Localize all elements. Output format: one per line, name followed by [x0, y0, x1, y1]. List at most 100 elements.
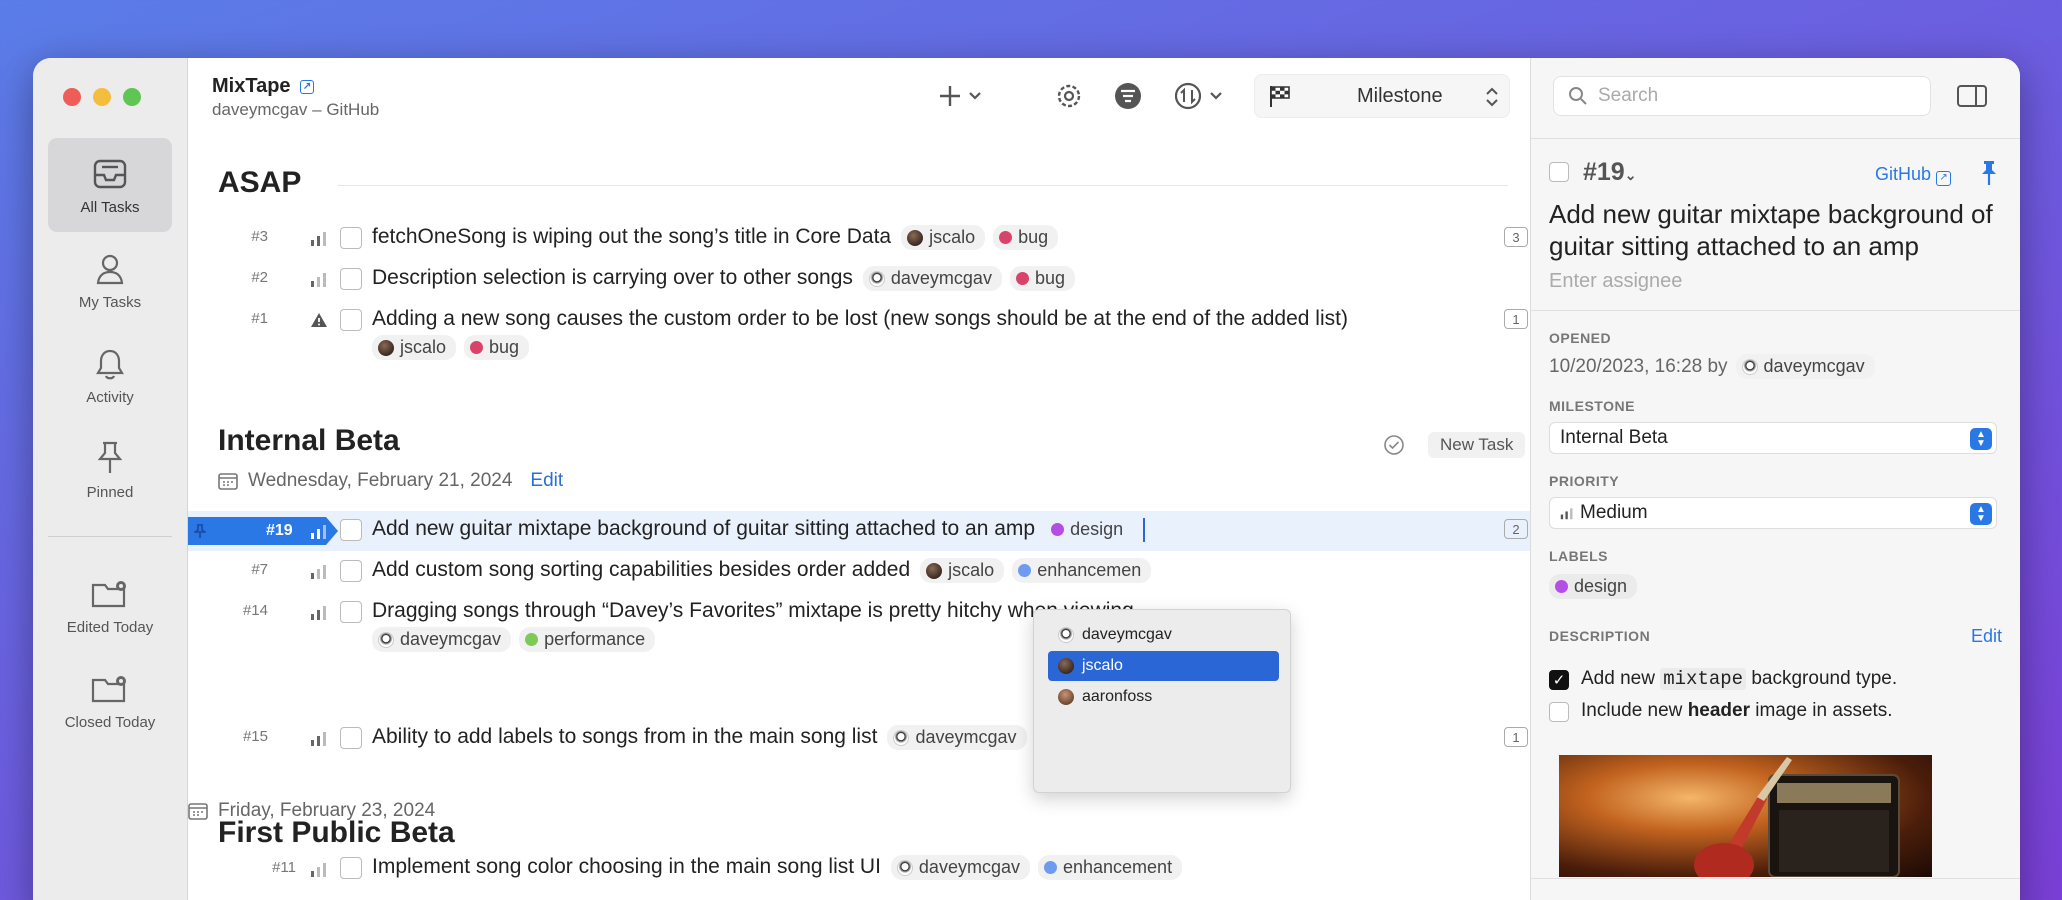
- issue-number[interactable]: #19⌄: [1583, 158, 1636, 187]
- external-link-icon[interactable]: ↗: [300, 79, 315, 94]
- description-checkbox-checked[interactable]: ✓: [1549, 670, 1569, 690]
- label-chip[interactable]: bug: [1009, 266, 1075, 291]
- sidebar-item-all-tasks[interactable]: All Tasks: [48, 138, 172, 232]
- label-chip[interactable]: design: [1549, 574, 1638, 599]
- guitar-amp-image[interactable]: [1559, 755, 1932, 877]
- label-color-dot: [525, 633, 539, 646]
- section-divider: [338, 185, 1508, 186]
- task-checkbox[interactable]: [340, 857, 362, 879]
- sidebar-item-edited-today[interactable]: Edited Today: [48, 558, 172, 652]
- search-icon: [1569, 87, 1587, 105]
- task-checkbox[interactable]: [340, 727, 362, 749]
- sidebar-toggle-icon[interactable]: [1956, 84, 1988, 108]
- task-row[interactable]: #1 Adding a new song causes the custom o…: [188, 301, 1530, 363]
- assignee-chip[interactable]: jscalo: [372, 335, 457, 360]
- opened-info: 10/20/2023, 16:28 by daveymcgav: [1549, 354, 1875, 379]
- assignee-chip[interactable]: daveymcgav: [372, 627, 512, 652]
- comment-count-badge[interactable]: 1: [1504, 727, 1528, 747]
- priority-bars-icon: [311, 606, 326, 620]
- task-row[interactable]: #15 Ability to add labels to songs from …: [188, 719, 1530, 759]
- checkmark-circle-icon[interactable]: [1383, 434, 1405, 456]
- task-checkbox[interactable]: [340, 227, 362, 249]
- milestone-selector[interactable]: Milestone: [1254, 74, 1510, 118]
- issue-complete-checkbox[interactable]: [1549, 162, 1569, 182]
- flag-icon: [1270, 86, 1290, 107]
- new-task-button[interactable]: New Task: [1428, 432, 1526, 458]
- assignee-chip[interactable]: daveymcgav: [890, 855, 1030, 880]
- description-label: DESCRIPTION: [1549, 628, 1651, 644]
- folder-gear-icon: [91, 676, 126, 703]
- milestone-popup-button[interactable]: Internal Beta ▲ ▼: [1549, 422, 1997, 454]
- label-chip[interactable]: bug: [993, 225, 1059, 250]
- task-checkbox[interactable]: [340, 519, 362, 541]
- selected-task-badge: #19: [188, 517, 338, 545]
- sidebar-item-my-tasks[interactable]: My Tasks: [48, 233, 172, 327]
- avatar: [893, 729, 910, 746]
- assignee-chip[interactable]: daveymcgav: [1735, 354, 1875, 379]
- sidebar-item-closed-today[interactable]: Closed Today: [48, 653, 172, 747]
- task-title-line: fetchOneSong is wiping out the song’s ti…: [372, 225, 1059, 250]
- task-row[interactable]: #7 Add custom song sorting capabilities …: [188, 552, 1530, 592]
- task-number: #19: [266, 522, 293, 539]
- zoom-window-button[interactable]: [123, 88, 141, 106]
- priority-bars-icon: [311, 565, 326, 579]
- search-input[interactable]: Search: [1598, 85, 1658, 107]
- task-row[interactable]: #11 Implement song color choosing in the…: [188, 855, 1530, 897]
- task-row[interactable]: #2 Description selection is carrying ove…: [188, 260, 1530, 300]
- filter-button[interactable]: [1112, 78, 1144, 119]
- github-link[interactable]: GitHub ↗: [1875, 164, 1952, 186]
- label-chip[interactable]: enhancement: [1037, 855, 1183, 880]
- comment-count-badge[interactable]: 1: [1504, 309, 1528, 329]
- assignee-chip[interactable]: jscalo: [901, 225, 986, 250]
- issue-title[interactable]: Add new guitar mixtape background of gui…: [1549, 198, 2009, 262]
- close-window-button[interactable]: [63, 88, 81, 106]
- avatar: [1058, 627, 1074, 643]
- avatar: [896, 859, 913, 876]
- task-checkbox[interactable]: [340, 268, 362, 290]
- assignee-suggestion-popup: daveymcgav jscalo aaronfoss: [1033, 609, 1291, 793]
- assignee-input[interactable]: Enter assignee: [1549, 270, 1682, 293]
- sidebar-item-label: All Tasks: [80, 199, 140, 216]
- assignee-chip[interactable]: daveymcgav: [887, 725, 1027, 750]
- assignee-chip[interactable]: jscalo: [920, 558, 1005, 583]
- task-title-line: Add new guitar mixtape background of gui…: [372, 517, 1146, 542]
- task-row[interactable]: #14 Dragging songs through “Davey’s Favo…: [188, 593, 1530, 655]
- edit-description-link[interactable]: Edit: [1971, 626, 2002, 647]
- task-list-pane: MixTape ↗ daveymcgav – GitHub Milestone …: [188, 58, 1530, 900]
- pin-icon[interactable]: [1979, 160, 1999, 186]
- filter-icon: [1115, 83, 1141, 109]
- comment-count-badge[interactable]: 3: [1504, 227, 1528, 247]
- opened-label: OPENED: [1549, 330, 1612, 346]
- task-row-selected[interactable]: #19 Add new guitar mixtape background of…: [188, 511, 1530, 551]
- comment-count-badge[interactable]: 2: [1504, 519, 1528, 539]
- minimize-window-button[interactable]: [93, 88, 111, 106]
- description-checkbox[interactable]: [1549, 702, 1569, 722]
- sidebar-item-pinned[interactable]: Pinned: [48, 423, 172, 517]
- label-chip[interactable]: design: [1045, 517, 1133, 542]
- label-chip[interactable]: enhancemen: [1012, 558, 1152, 583]
- milestone-label: MILESTONE: [1549, 398, 1635, 414]
- task-checkbox[interactable]: [340, 601, 362, 623]
- priority-popup-button[interactable]: Medium ▲ ▼: [1549, 497, 1997, 529]
- sidebar-item-activity[interactable]: Activity: [48, 328, 172, 422]
- task-checkbox[interactable]: [340, 560, 362, 582]
- assignee-option-daveymcgav[interactable]: daveymcgav: [1048, 620, 1279, 650]
- task-checkbox[interactable]: [340, 309, 362, 331]
- edit-milestone-link[interactable]: Edit: [530, 470, 563, 492]
- label-chip[interactable]: performance: [519, 627, 656, 652]
- milestone-selector-label: Milestone: [1357, 84, 1443, 107]
- add-task-button[interactable]: [936, 78, 986, 119]
- label-chip[interactable]: bug: [464, 335, 530, 360]
- app-subtitle: daveymcgav – GitHub: [212, 100, 380, 119]
- label-color-dot: [999, 231, 1013, 244]
- assignee-chip[interactable]: daveymcgav: [862, 266, 1002, 291]
- toolbar: MixTape ↗ daveymcgav – GitHub Milestone: [188, 58, 1530, 158]
- task-meta: daveymcgav performance: [372, 627, 656, 652]
- sort-button[interactable]: [1172, 78, 1228, 119]
- search-field[interactable]: Search: [1553, 76, 1931, 116]
- task-row[interactable]: #3 fetchOneSong is wiping out the song’s…: [188, 219, 1530, 259]
- bell-icon: [96, 349, 124, 380]
- settings-button[interactable]: [1053, 78, 1085, 119]
- assignee-option-aaronfoss[interactable]: aaronfoss: [1048, 682, 1279, 712]
- assignee-option-jscalo[interactable]: jscalo: [1048, 651, 1279, 681]
